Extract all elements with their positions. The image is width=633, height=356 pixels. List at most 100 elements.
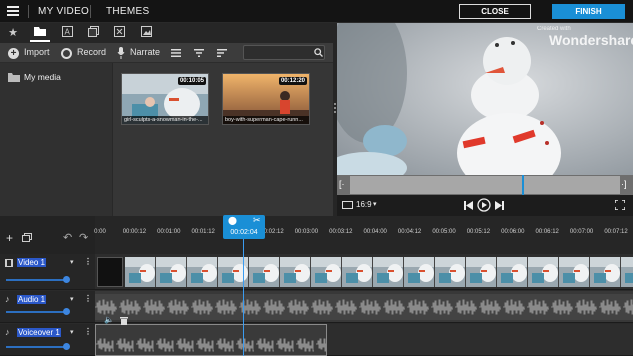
svg-text:A: A (64, 28, 70, 37)
image-tab-icon[interactable] (139, 26, 153, 40)
video-clip-black[interactable] (97, 257, 123, 287)
chevron-down-icon[interactable]: ▾ (70, 258, 74, 266)
media-toolbar: + Import Record Narrate (0, 43, 333, 63)
trim-bar[interactable]: [· ·] (337, 175, 633, 195)
ruler-tick-label: 00:04:00 (363, 229, 387, 235)
drag-handle-icon (334, 103, 336, 113)
import-button[interactable]: Import (24, 47, 50, 57)
audio-waveform[interactable] (95, 294, 633, 320)
ruler-tick-label: 00:06:00 (501, 229, 525, 235)
library-tree: My media (0, 63, 113, 216)
finish-button[interactable]: FINISH (552, 4, 625, 19)
clip-name: girl-sculpts-a-snowman-in-the-... (122, 116, 208, 124)
chevron-down-icon[interactable]: ▾ (70, 328, 74, 336)
aspect-ratio-icon (342, 201, 353, 209)
ruler-tick-label: 00:03:12 (329, 229, 353, 235)
playhead-marker[interactable]: ⬤ ✂ 00:02:04 (223, 215, 265, 239)
track-header-voiceover: ♪ Voiceover 1 ▾ ⋮ (0, 324, 95, 356)
volume-knob[interactable] (63, 343, 70, 350)
more-options-icon[interactable]: ⋮ (84, 257, 92, 266)
volume-slider[interactable] (6, 311, 66, 313)
video-clip-filmstrip[interactable] (125, 257, 633, 287)
track-name[interactable]: Video 1 (17, 258, 46, 267)
music-note-icon: ♪ (5, 327, 10, 337)
volume-slider[interactable] (6, 279, 66, 281)
ruler-tick-label: 00:04:12 (397, 229, 422, 235)
list-view-icon[interactable] (171, 49, 181, 57)
record-button[interactable]: Record (77, 47, 106, 57)
divider (28, 5, 29, 18)
ruler-tick-label: 00:05:00 (432, 229, 456, 235)
clip-duration: 00:12:20 (278, 77, 307, 85)
preview-playhead[interactable] (522, 175, 524, 195)
volume-knob[interactable] (63, 308, 70, 315)
scissors-icon[interactable]: ✂ (253, 215, 261, 226)
media-tabs: ★ A (0, 23, 333, 43)
text-tab-icon[interactable]: A (60, 26, 74, 40)
search-input[interactable] (243, 45, 325, 60)
record-icon (61, 48, 72, 59)
video-lane (95, 254, 633, 290)
folder-tab-icon[interactable] (33, 26, 47, 40)
play-icon[interactable] (477, 198, 491, 212)
media-clip[interactable]: 00:12:20 boy-with-superman-cape-runn... (222, 73, 310, 125)
microphone-icon (117, 47, 125, 59)
trim-end-icon[interactable]: ·] (621, 179, 627, 189)
copy-icon[interactable] (22, 233, 32, 242)
divider (90, 5, 91, 18)
clip-duration: 00:10:05 (177, 77, 206, 85)
skip-back-icon[interactable] (464, 201, 473, 210)
ruler-tick-label: 00:07:12 (604, 229, 628, 235)
close-button[interactable]: CLOSE (459, 4, 531, 19)
transition-tab-icon[interactable] (112, 26, 126, 40)
video-frame: Created with Wondershare (337, 23, 633, 175)
sort-icon[interactable] (217, 49, 227, 57)
location-pin-icon[interactable]: ⬤ (228, 216, 237, 225)
add-track-icon[interactable]: + (6, 231, 13, 245)
track-header-audio: ♪ Audio 1 ▾ ⋮ (0, 291, 95, 323)
overlay-tab-icon[interactable] (86, 26, 100, 40)
star-icon[interactable]: ★ (6, 26, 20, 40)
undo-icon[interactable]: ↶ (63, 231, 72, 244)
redo-icon[interactable]: ↷ (79, 231, 88, 244)
hamburger-menu-icon[interactable] (7, 6, 19, 16)
audio-lane (95, 291, 633, 323)
fullscreen-icon[interactable] (615, 200, 625, 210)
speaker-icon[interactable]: 🔈 (104, 315, 114, 324)
chevron-down-icon[interactable]: ▾ (373, 200, 377, 208)
volume-knob[interactable] (63, 276, 70, 283)
trim-range (350, 176, 620, 194)
chevron-down-icon[interactable]: ▾ (70, 295, 74, 303)
plus-icon: + (8, 48, 19, 59)
ruler-tick-label: 00:05:12 (466, 229, 491, 235)
preview-panel: Created with Wondershare [· ·] 16:9 ▾ (337, 23, 633, 216)
voiceover-clip[interactable]: 🔈 (95, 315, 327, 356)
ruler-tick-label: 00:07:00 (569, 229, 594, 235)
ruler-tick-label: 00:00:12 (122, 229, 147, 235)
timeline-playhead[interactable] (243, 226, 244, 356)
ruler-tick-label: 00:03:00 (294, 229, 319, 235)
skip-forward-icon[interactable] (495, 201, 504, 210)
filter-icon[interactable] (194, 49, 204, 57)
track-name[interactable]: Audio 1 (17, 295, 47, 304)
search-icon[interactable] (314, 48, 323, 57)
track-name[interactable]: Voiceover 1 (17, 328, 61, 337)
watermark-logo: Wondershare (549, 32, 633, 48)
trim-start-icon[interactable]: [· (339, 179, 345, 189)
trash-icon[interactable] (120, 316, 128, 325)
timeline-toolbar: + ↶ ↷ (0, 216, 95, 254)
voiceover-lane: 🔈 (95, 315, 633, 356)
more-options-icon[interactable]: ⋮ (84, 294, 92, 303)
ruler-tick-label: 00:01:12 (191, 229, 215, 235)
time-ruler[interactable]: 0:0000:00:1200:01:0000:01:1200:02:0000:0… (94, 216, 633, 254)
media-clip[interactable]: 00:10:05 girl-sculpts-a-snowman-in-the-.… (121, 73, 209, 125)
narrate-button[interactable]: Narrate (130, 47, 160, 57)
volume-slider[interactable] (6, 346, 66, 348)
themes-tab[interactable]: THEMES (106, 6, 149, 17)
project-title[interactable]: MY VIDEO (38, 6, 89, 17)
more-options-icon[interactable]: ⋮ (84, 327, 92, 336)
ruler-tick-label: 00:06:12 (535, 229, 559, 235)
my-media-folder[interactable]: My media (0, 71, 113, 85)
aspect-ratio-select[interactable]: 16:9 (356, 200, 372, 209)
playhead-time: 00:02:04 (230, 229, 258, 236)
